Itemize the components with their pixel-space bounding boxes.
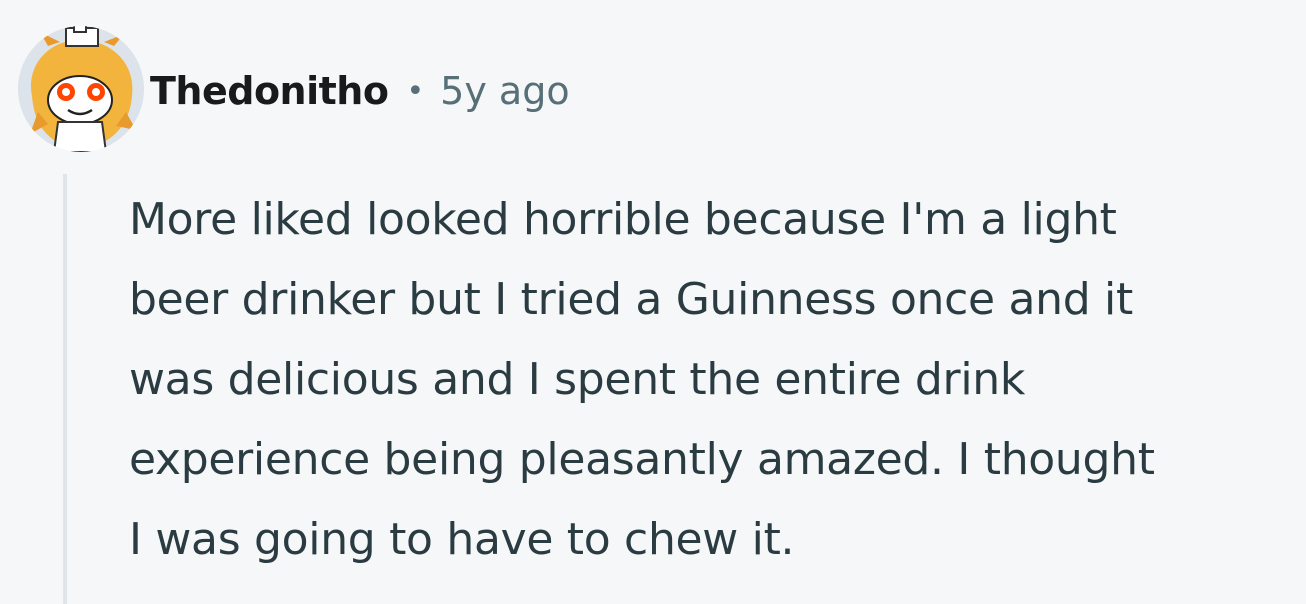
comment-body: More liked looked horrible because I'm a… [129,194,1155,565]
comment-meta: Thedonitho • 5y ago [150,64,570,118]
user-avatar[interactable] [18,26,144,152]
meta-separator: • [406,73,425,109]
author-username-link[interactable]: Thedonitho [150,69,389,113]
snoo-lion-avatar-icon [18,26,144,152]
timestamp-link[interactable]: 5y ago [440,69,569,113]
thread-collapse-line[interactable] [63,174,67,604]
comment: Thedonitho • 5y ago More liked looked ho… [0,0,1306,604]
